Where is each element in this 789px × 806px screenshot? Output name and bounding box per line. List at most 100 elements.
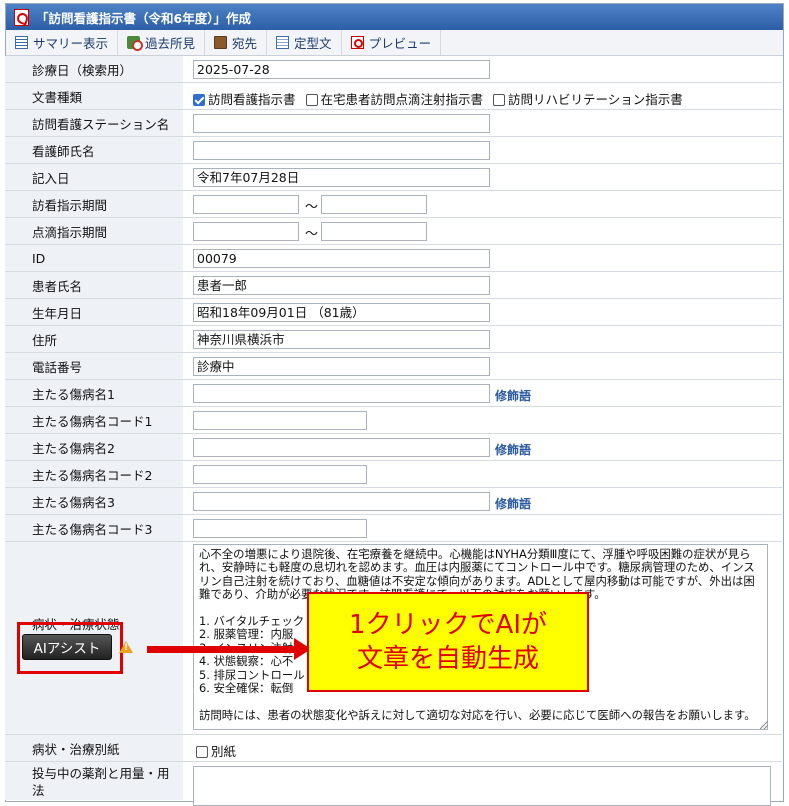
separate-checkbox-group[interactable]: 別紙 [196,741,236,760]
nurse-label: 看護師氏名 [5,137,183,163]
row-disease-code1: 主たる傷病名コード1 [5,407,782,434]
callout-arrow [147,646,297,653]
visit-period-start-input[interactable] [193,195,299,214]
disease1-label: 主たる傷病名1 [5,380,183,406]
doc-type-visit-rehab[interactable]: 訪問リハビリテーション指示書 [493,92,683,107]
history-label: 過去所見 [145,36,196,51]
row-nurse: 看護師氏名 [5,137,782,164]
pdf-preview-icon [350,36,364,49]
row-station: 訪問看護ステーション名 [5,110,782,137]
callout-line2: 文章を自動生成 [356,644,539,674]
history-button[interactable]: 過去所見 [118,30,206,55]
disease1-input[interactable] [193,384,490,403]
summary-label: サマリー表示 [33,36,109,51]
row-entry-date: 記入日 令和7年07月28日 [5,164,782,191]
disease3-modifier-link[interactable]: 修飾語 [495,495,531,512]
disease3-input[interactable] [193,492,490,511]
disease-code2-input[interactable] [193,465,367,484]
nurse-input[interactable] [193,141,490,160]
checkbox-icon[interactable] [196,746,208,758]
row-disease1: 主たる傷病名1 修飾語 [5,380,782,407]
window-titlebar: 「訪問看護指示書（令和6年度）」作成 [6,4,783,30]
checkbox-icon[interactable] [493,94,505,106]
address-book-icon [214,36,228,49]
template-label: 定型文 [294,36,332,51]
row-birth: 生年月日 昭和18年09月01日 （81歳） [5,299,782,326]
toolbar: サマリー表示 過去所見 宛先 定型文 プレビュー [6,30,783,56]
address-label: 宛先 [232,36,258,51]
id-label: ID [5,245,183,271]
template-button[interactable]: 定型文 [267,30,342,55]
window-title: 「訪問看護指示書（令和6年度）」作成 [36,10,251,26]
phone-label: 電話番号 [5,353,183,379]
row-patient-name: 患者氏名 患者一郎 [5,272,782,299]
address-input[interactable]: 神奈川県横浜市 [193,330,490,349]
preview-button[interactable]: プレビュー [342,30,442,55]
medication-label: 投与中の薬剤と用量・用法 [5,762,183,800]
birth-label: 生年月日 [5,299,183,325]
disease3-label: 主たる傷病名3 [5,488,183,514]
row-visit-period: 訪看指示期間 ～ [5,191,782,218]
row-phone: 電話番号 診療中 [5,353,782,380]
row-disease-code2: 主たる傷病名コード2 [5,461,782,488]
ai-assist-button[interactable]: AIアシスト [22,634,112,660]
ai-callout-box: 1クリックでAIが 文章を自動生成 [307,592,589,692]
drip-period-end-input[interactable] [321,222,427,241]
doc-type-label: 文書種類 [5,83,183,109]
drip-period-label: 点滴指示期間 [5,218,183,244]
visit-period-end-input[interactable] [321,195,427,214]
station-input[interactable] [193,114,490,133]
disease1-modifier-link[interactable]: 修飾語 [495,387,531,404]
list-icon [15,36,28,49]
entry-date-input[interactable]: 令和7年07月28日 [193,168,490,187]
disease-code1-input[interactable] [193,411,367,430]
row-drip-period: 点滴指示期間 ～ [5,218,782,245]
disease-code2-label: 主たる傷病名コード2 [5,461,183,487]
callout-line1: 1クリックでAIが [349,610,547,640]
row-separate-sheet: 病状・治療別紙 別紙 [5,735,782,762]
row-disease-code3: 主たる傷病名コード3 [5,515,782,542]
summary-button[interactable]: サマリー表示 [6,30,119,55]
phone-input[interactable]: 診療中 [193,357,490,376]
doc-type-home-drip[interactable]: 在宅患者訪問点滴注射指示書 [305,92,483,107]
disease-code3-input[interactable] [193,519,367,538]
disease-code3-label: 主たる傷病名コード3 [5,515,183,541]
station-label: 訪問看護ステーション名 [5,110,183,136]
row-medication: 投与中の薬剤と用量・用法 [5,762,782,806]
visit-period-label: 訪看指示期間 [5,191,183,217]
checkbox-checked-icon[interactable] [193,94,205,106]
drip-period-start-input[interactable] [193,222,299,241]
exam-date-label: 診療日（検索用） [5,56,183,82]
period-separator: ～ [305,200,319,215]
medication-textarea[interactable] [193,766,771,806]
disease2-modifier-link[interactable]: 修飾語 [495,441,531,458]
pdf-icon [14,8,29,26]
exam-date-input[interactable]: 2025-07-28 [193,60,490,79]
address-button[interactable]: 宛先 [205,30,268,55]
row-id: ID 00079 [5,245,782,272]
period-separator: ～ [305,227,319,242]
warning-mark: ! [124,643,129,653]
id-input[interactable]: 00079 [193,249,490,268]
disease-code1-label: 主たる傷病名コード1 [5,407,183,433]
row-address: 住所 神奈川県横浜市 [5,326,782,353]
resize-grip-icon[interactable] [760,721,768,729]
checkbox-icon[interactable] [305,94,318,106]
doc-type-checkboxes: 訪問看護指示書 在宅患者訪問点滴注射指示書 訪問リハビリテーション指示書 [193,89,689,108]
entry-date-label: 記入日 [5,164,183,190]
separate-label: 病状・治療別紙 [5,735,183,761]
address-field-label: 住所 [5,326,183,352]
disease2-input[interactable] [193,438,490,457]
row-doc-type: 文書種類 訪問看護指示書 在宅患者訪問点滴注射指示書 訪問リハビリテーション指示… [5,83,782,110]
patient-name-input[interactable]: 患者一郎 [193,276,490,295]
row-exam-date: 診療日（検索用） 2025-07-28 [5,56,782,83]
history-icon [127,36,144,51]
row-disease3: 主たる傷病名3 修飾語 [5,488,782,515]
birth-input[interactable]: 昭和18年09月01日 （81歳） [193,303,490,322]
template-icon [276,36,290,49]
preview-label: プレビュー [368,36,432,51]
row-disease2: 主たる傷病名2 修飾語 [5,434,782,461]
doc-type-visit-nursing[interactable]: 訪問看護指示書 [193,92,296,107]
patient-name-label: 患者氏名 [5,272,183,298]
disease2-label: 主たる傷病名2 [5,434,183,460]
